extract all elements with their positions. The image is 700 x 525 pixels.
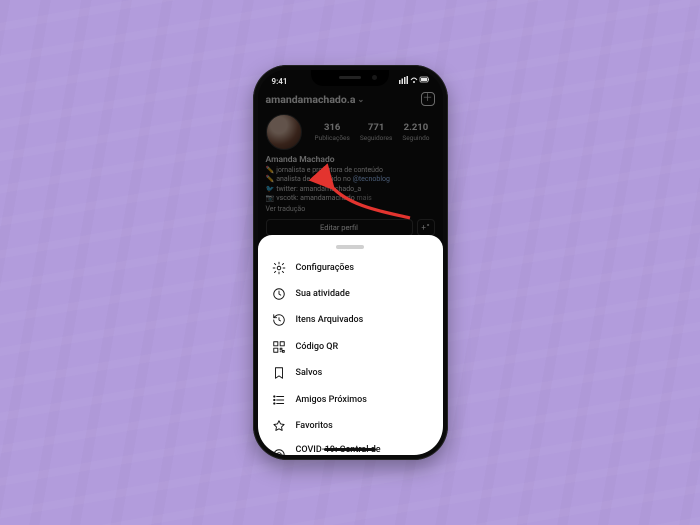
phone-screen: 9:41 amandamachado.a ⌄ ＋ (258, 70, 443, 455)
signal-wifi-battery-icon (399, 76, 429, 84)
menu-item-activity[interactable]: Sua atividade (258, 281, 443, 307)
menu-item-favorites[interactable]: Favoritos (258, 413, 443, 439)
phone-frame: 9:41 amandamachado.a ⌄ ＋ (253, 65, 448, 460)
menu-item-label: Código QR (296, 342, 339, 352)
menu-item-archived[interactable]: Itens Arquivados (258, 307, 443, 333)
list-icon (272, 393, 286, 407)
menu-item-label: Salvos (296, 368, 323, 378)
status-time: 9:41 (272, 77, 288, 86)
history-icon (272, 313, 286, 327)
bookmark-icon (272, 366, 286, 380)
info-icon (272, 448, 286, 455)
clock-icon (272, 287, 286, 301)
qr-icon (272, 340, 286, 354)
menu-item-close-friends[interactable]: Amigos Próximos (258, 386, 443, 412)
status-right-icons (399, 76, 429, 86)
menu-item-label: Configurações (296, 263, 355, 273)
sheet-grabber[interactable] (336, 245, 364, 249)
menu-item-label: Favoritos (296, 421, 333, 431)
menu-list: Configurações Sua atividade Itens Arquiv… (258, 255, 443, 456)
menu-item-settings[interactable]: Configurações (258, 255, 443, 281)
menu-item-label: Itens Arquivados (296, 315, 364, 325)
menu-item-label: Amigos Próximos (296, 395, 367, 405)
bottom-sheet-menu: Configurações Sua atividade Itens Arquiv… (258, 235, 443, 455)
phone-camera (372, 75, 377, 80)
home-indicator[interactable] (324, 448, 376, 452)
phone-speaker (339, 76, 361, 79)
star-icon (272, 419, 286, 433)
menu-item-label: Sua atividade (296, 289, 350, 299)
menu-item-qr[interactable]: Código QR (258, 334, 443, 360)
settings-icon (272, 261, 286, 275)
menu-item-saved[interactable]: Salvos (258, 360, 443, 386)
